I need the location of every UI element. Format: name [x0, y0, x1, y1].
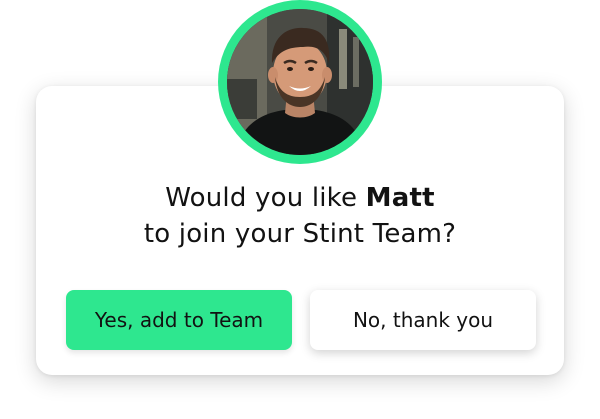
candidate-name: Matt: [365, 183, 435, 213]
question-prefix: Would you like: [165, 183, 366, 213]
question-line-2: to join your Stint Team?: [143, 219, 457, 249]
question-line-1: Would you like Matt: [36, 180, 564, 216]
invite-dialog-stage: Would you like Matt to join your Stint T…: [0, 0, 600, 419]
avatar-photo-icon: [227, 9, 373, 155]
avatar-ring: [218, 0, 382, 164]
invite-question: Would you like Matt to join your Stint T…: [36, 180, 564, 252]
add-to-team-button[interactable]: Yes, add to Team: [66, 290, 292, 350]
avatar: [227, 9, 373, 155]
decline-button[interactable]: No, thank you: [310, 290, 536, 350]
